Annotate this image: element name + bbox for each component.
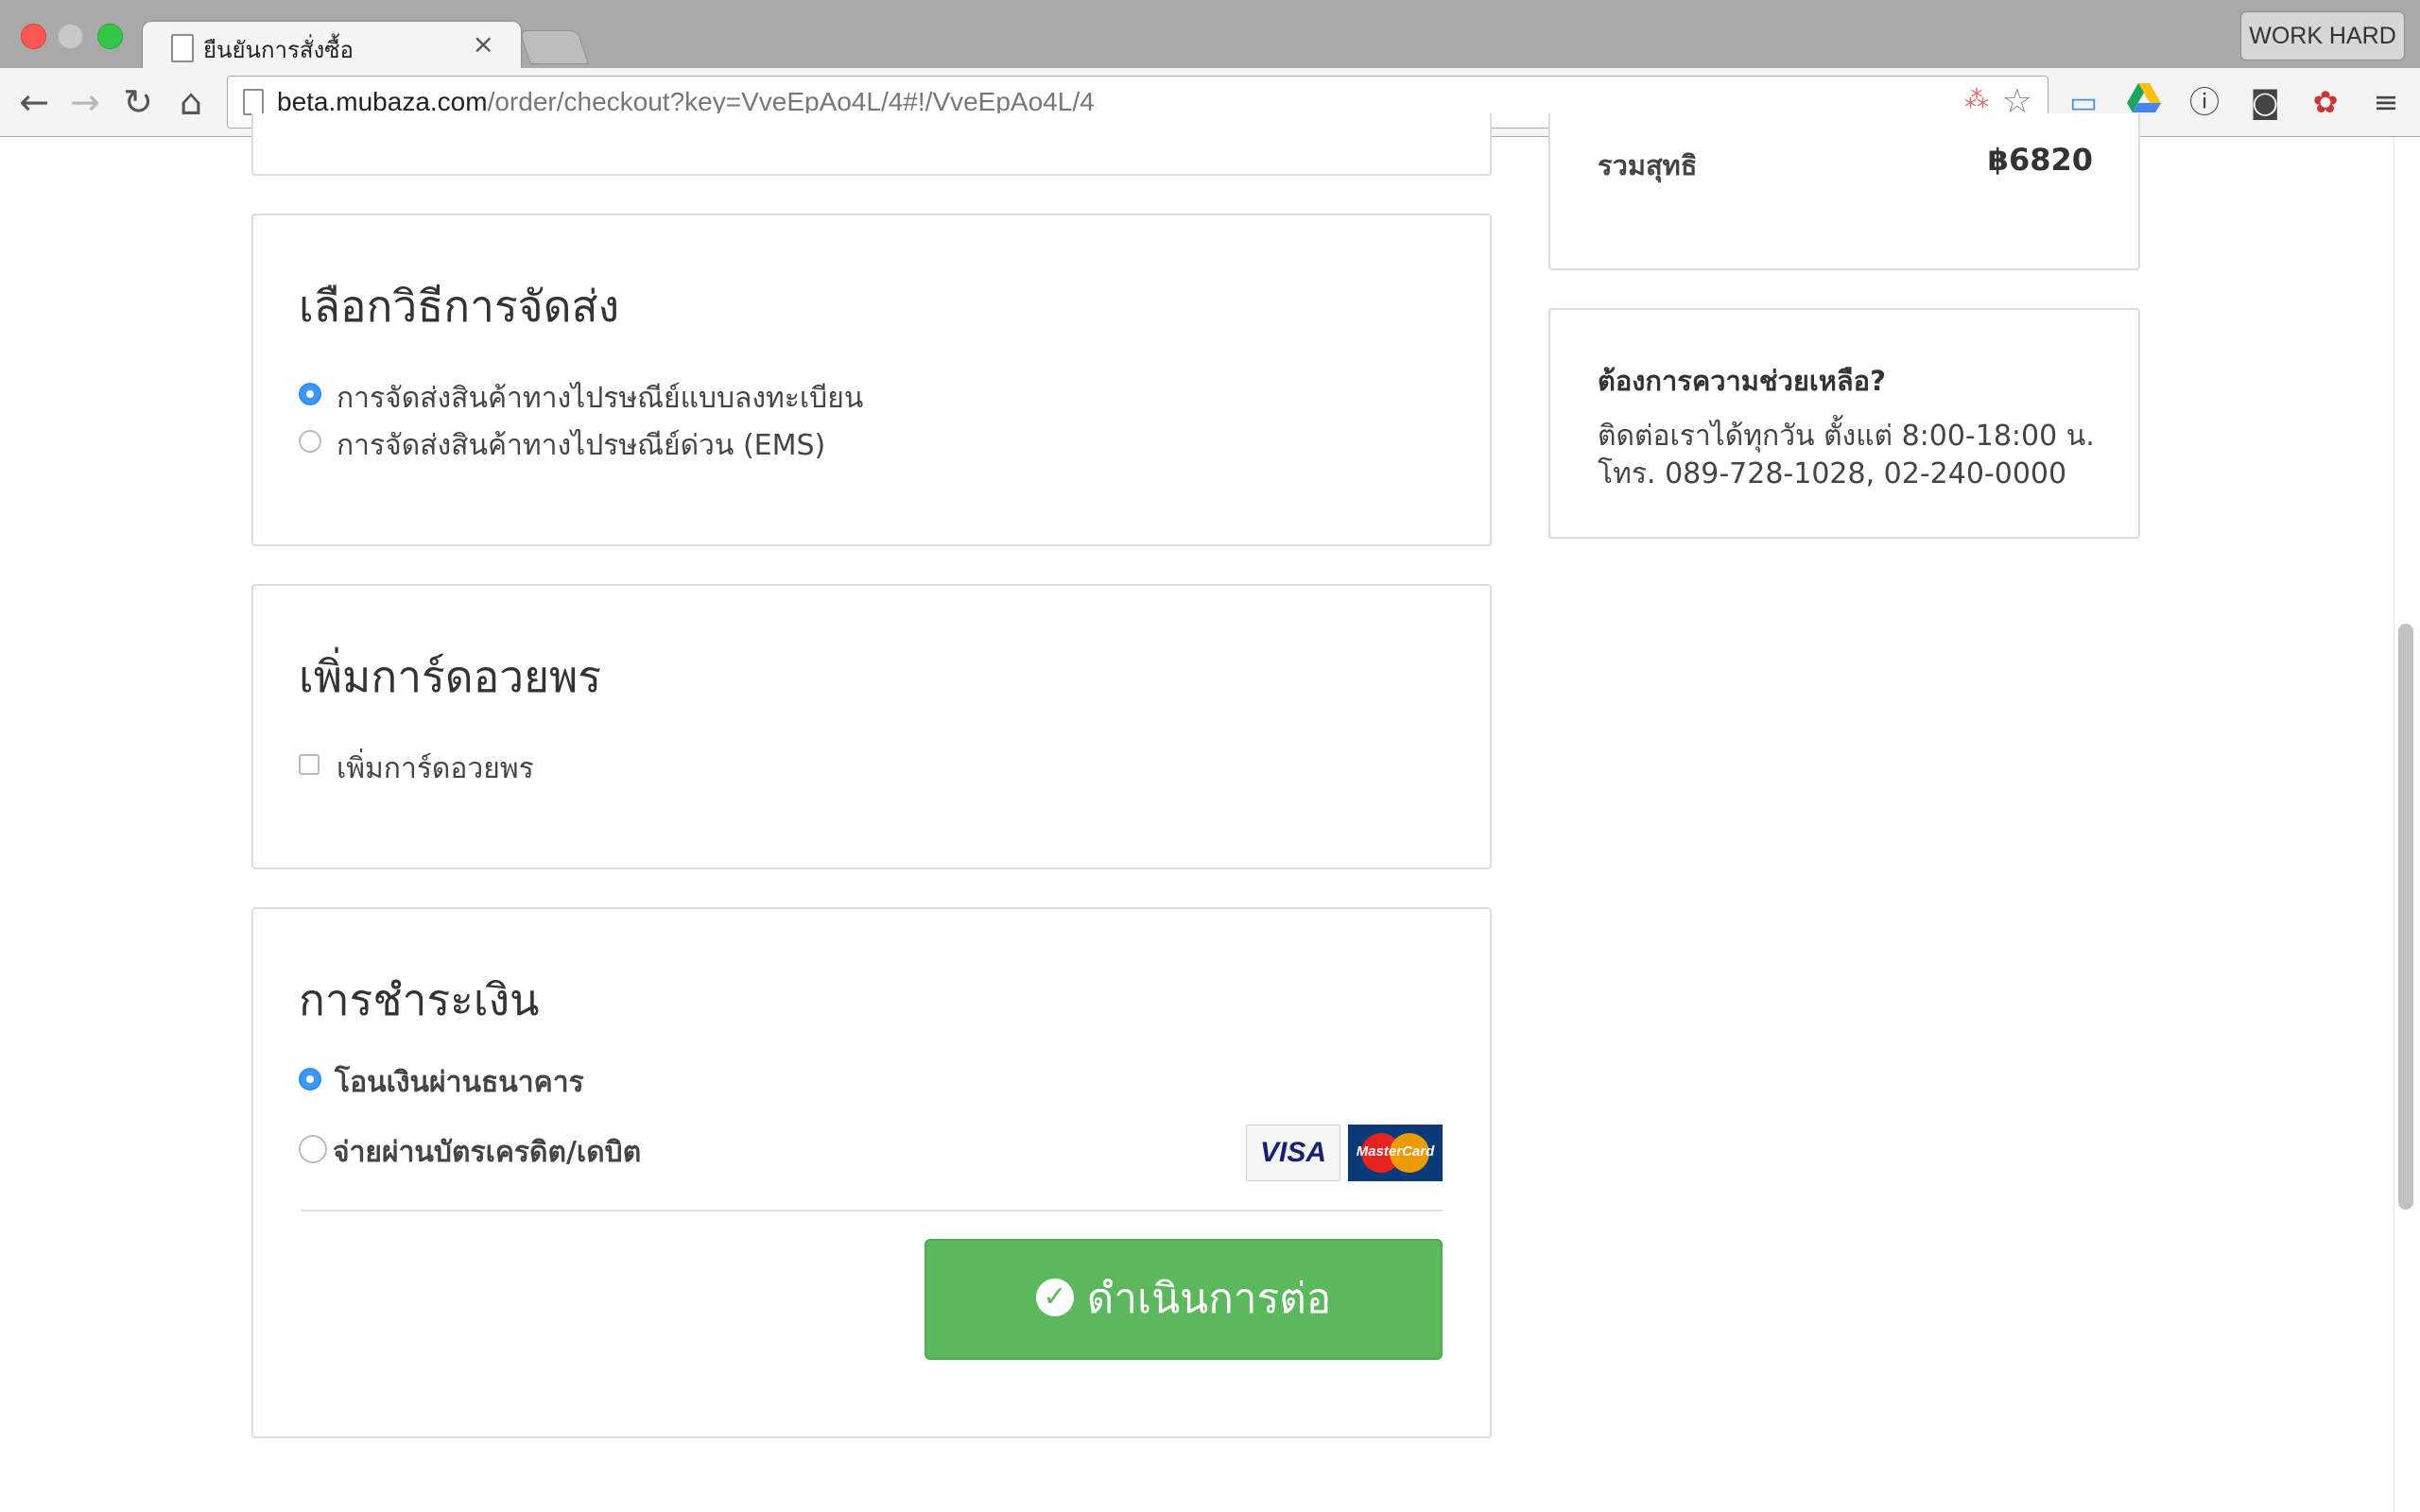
greeting-card-panel: เพิ่มการ์ดอวยพร เพิ่มการ์ดอวยพร — [251, 584, 1492, 869]
minimize-window-button[interactable] — [58, 24, 83, 49]
help-phone: โทร. 089-728-1028, 02-240-0000 — [1598, 457, 2067, 490]
help-panel: ต้องการความช่วยเหลือ? ติดต่อเราได้ทุกวัน… — [1548, 308, 2140, 539]
close-window-button[interactable] — [21, 24, 46, 49]
forward-arrow-icon[interactable]: → — [64, 81, 106, 123]
payment-option-label: จ่ายผ่านบัตรเครดิต/เดบิต — [333, 1136, 642, 1169]
continue-button[interactable]: ✓ ดำเนินการต่อ — [925, 1239, 1443, 1360]
pocket-icon[interactable]: ◙ — [2246, 83, 2284, 121]
lastpass-icon[interactable]: ⁂ — [1964, 86, 1989, 114]
profile-button[interactable]: WORK HARD — [2240, 11, 2405, 60]
visa-logo: VISA — [1246, 1125, 1340, 1181]
page-icon — [171, 34, 194, 62]
greeting-card-title: เพิ่มการ์ดอวยพร — [299, 651, 602, 702]
back-arrow-icon[interactable]: ← — [13, 81, 55, 123]
net-total-value: ฿6820 — [1987, 142, 2093, 178]
greeting-card-checkbox[interactable] — [299, 754, 320, 775]
check-circle-icon: ✓ — [1035, 1279, 1074, 1316]
shipping-method-title: เลือกวิธีการจัดส่ง — [299, 281, 620, 332]
shipping-radio-registered[interactable] — [299, 383, 321, 405]
shipping-method-panel: เลือกวิธีการจัดส่ง การจัดส่งสินค้าทางไปร… — [251, 214, 1492, 546]
zoom-window-button[interactable] — [97, 24, 123, 49]
help-title: ต้องการความช่วยเหลือ? — [1598, 365, 1886, 397]
onepassword-icon[interactable]: ⓘ — [2186, 83, 2223, 121]
payment-title: การชำระเงิน — [299, 974, 540, 1025]
payment-divider — [301, 1210, 1443, 1211]
extension-icon[interactable]: ✿ — [2307, 83, 2344, 121]
browser-tab-active[interactable]: ยืนยันการสั่งซื้อ × — [142, 21, 522, 71]
mastercard-logo: MasterCard — [1348, 1125, 1443, 1181]
tab-close-icon[interactable]: × — [473, 28, 494, 60]
previous-section-panel — [251, 113, 1492, 176]
browser-titlebar: ยืนยันการสั่งซื้อ × WORK HARD — [0, 0, 2420, 71]
order-summary-panel: รวมสุทธิ ฿6820 — [1548, 113, 2140, 270]
shipping-option-label: การจัดส่งสินค้าทางไปรษณีย์ด่วน (EMS) — [337, 429, 826, 462]
continue-button-label: ดำเนินการต่อ — [1086, 1275, 1332, 1323]
greeting-card-checkbox-label: เพิ่มการ์ดอวยพร — [337, 752, 534, 785]
payment-radio-bank-transfer[interactable] — [299, 1068, 321, 1091]
scrollbar-thumb[interactable] — [2398, 624, 2413, 1210]
payment-option-label: โอนเงินผ่านธนาคาร — [335, 1066, 584, 1099]
tab-title: ยืนยันการสั่งซื้อ — [203, 37, 354, 63]
page-icon — [243, 89, 264, 115]
home-icon[interactable]: ⌂ — [170, 81, 212, 123]
reload-icon[interactable]: ↻ — [117, 81, 159, 123]
payment-radio-card[interactable] — [299, 1135, 327, 1163]
shipping-radio-ems[interactable] — [299, 430, 321, 453]
new-tab-button[interactable] — [519, 30, 589, 64]
shipping-option-label: การจัดส่งสินค้าทางไปรษณีย์แบบลงทะเบียน — [337, 382, 864, 415]
menu-icon[interactable]: ≡ — [2367, 83, 2405, 121]
net-total-label: รวมสุทธิ — [1598, 149, 1698, 181]
